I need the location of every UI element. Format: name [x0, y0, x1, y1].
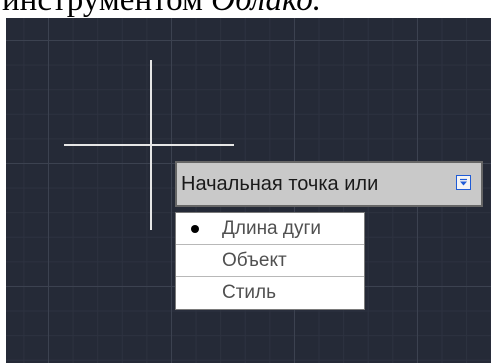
dropdown-arrow-icon[interactable] [456, 175, 471, 190]
heading-text: инструментом [2, 0, 212, 18]
options-menu: Длина дуги Объект Стиль [175, 212, 365, 310]
option-object[interactable]: Объект [176, 245, 364, 277]
option-arc-length[interactable]: Длина дуги [176, 213, 364, 245]
option-style[interactable]: Стиль [176, 277, 364, 309]
prompt-text: Начальная точка или [181, 172, 379, 195]
command-prompt-tooltip: Начальная точка или [175, 161, 483, 207]
document-heading: инструментом Облако. [2, 0, 321, 17]
option-label: Стиль [222, 282, 277, 303]
selected-bullet-icon [191, 225, 199, 233]
option-label: Объект [222, 250, 287, 271]
option-label: Длина дуги [222, 218, 322, 239]
heading-italic-text: Облако. [211, 0, 321, 18]
crosshair-horizontal-line [64, 144, 234, 146]
